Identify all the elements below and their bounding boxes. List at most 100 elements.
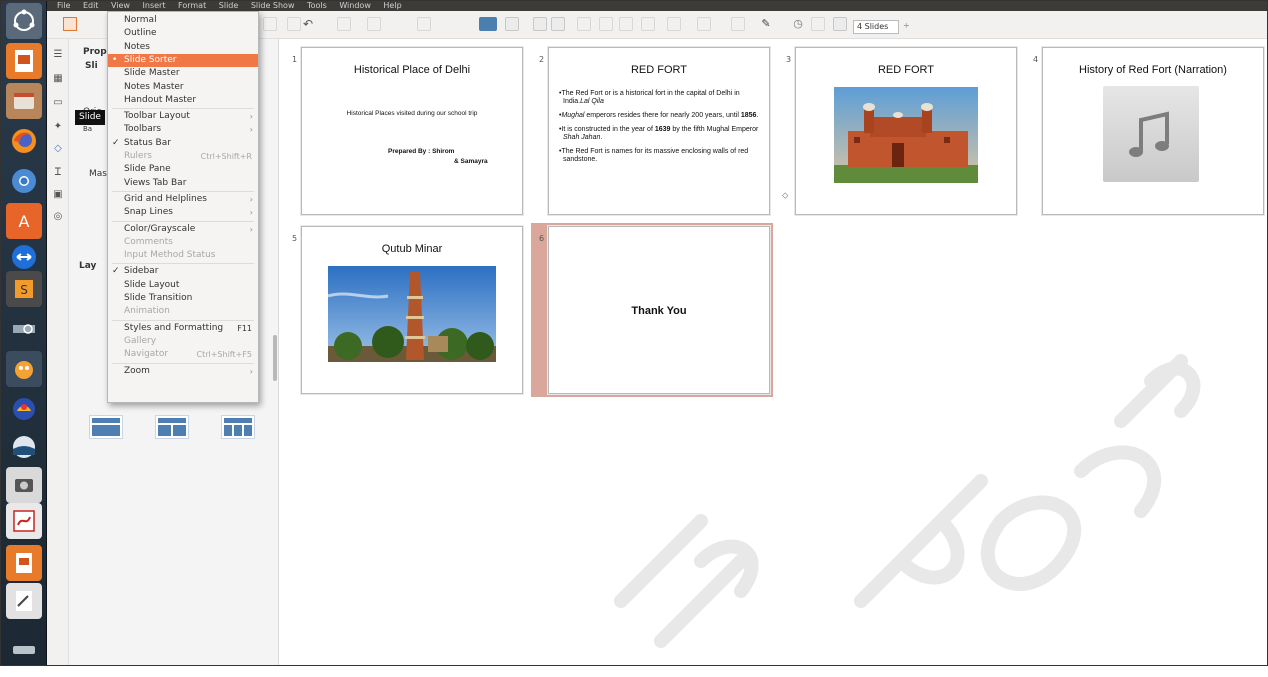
save-icon[interactable] [263, 17, 277, 31]
checkmark-icon: ✓ [112, 266, 120, 277]
ubuntu-dash-icon[interactable] [6, 3, 42, 39]
redo-icon[interactable] [287, 17, 301, 31]
view-menu-item-toolbar-layout[interactable]: Toolbar Layout › [108, 110, 258, 123]
view-menu-item-input-method-status: Input Method Status [108, 249, 258, 262]
image-icon[interactable] [599, 17, 613, 31]
impress-doc-icon[interactable] [6, 545, 42, 581]
view-menu-item-styles-and-formatting[interactable]: Styles and Formatting F11 [108, 322, 258, 335]
fontwork-icon[interactable] [667, 17, 681, 31]
table-icon[interactable] [577, 17, 591, 31]
view-menu-item-normal[interactable]: Normal [108, 14, 258, 27]
menu-slide[interactable]: Slide [219, 1, 239, 10]
impress-icon[interactable] [6, 43, 42, 79]
drive-icon[interactable] [6, 639, 42, 661]
shape-icon[interactable] [505, 17, 519, 31]
menu-slide-show[interactable]: Slide Show [251, 1, 295, 10]
text-box-icon[interactable] [641, 17, 655, 31]
menu-help[interactable]: Help [383, 1, 401, 10]
slide-number: 2 [539, 55, 545, 64]
sublime-icon[interactable]: S [6, 271, 42, 307]
menu-window[interactable]: Window [339, 1, 371, 10]
view-menu-item-status-bar[interactable]: ✓ Status Bar [108, 137, 258, 150]
view-menu-item-toolbars[interactable]: Toolbars › [108, 123, 258, 136]
settings-deck-icon[interactable]: ◎ [52, 211, 64, 223]
menu-item-label: Zoom [124, 365, 150, 376]
view-menu-item-zoom[interactable]: Zoom › [108, 365, 258, 378]
scratch-icon[interactable] [6, 351, 42, 387]
gallery-deck-icon[interactable]: Ꮖ [52, 167, 64, 179]
undo-icon[interactable]: ↶ [303, 17, 317, 31]
menu-item-label: Slide Master [124, 68, 180, 79]
bullet-text: 1856 [740, 112, 757, 119]
camera-icon[interactable] [6, 467, 42, 503]
view-menu: Normal Outline Notes • Slide Sorter Slide Mas… [107, 11, 259, 403]
styles-deck-icon[interactable]: ◇ [52, 143, 64, 155]
slides-per-row-spinner[interactable]: ÷ [903, 20, 913, 34]
firefox-icon[interactable] [6, 123, 42, 159]
view-menu-item-grid-and-helplines[interactable]: Grid and Helplines › [108, 193, 258, 206]
screen-ruler-icon[interactable] [6, 311, 42, 347]
stellarium-icon[interactable] [6, 429, 42, 465]
slide-transition-deck-icon[interactable]: ▦ [52, 73, 64, 85]
view-menu-item-handout-master[interactable]: Handout Master [108, 94, 258, 107]
animation-deck-icon[interactable]: ▭ [52, 97, 64, 109]
view-menu-item-navigator: Navigator Ctrl+Shift+F5 [108, 348, 258, 361]
redo-disabled-icon[interactable] [337, 17, 351, 31]
menu-file[interactable]: File [57, 1, 70, 10]
slides-per-row-field[interactable]: 4 Slides [853, 20, 899, 34]
slide-sorter: 1 Historical Place of Delhi Historical P… [281, 39, 1267, 665]
navigator-deck-icon[interactable]: ▣ [52, 189, 64, 201]
view-menu-item-slide-transition[interactable]: Slide Transition [108, 292, 258, 305]
start-slideshow-icon[interactable] [533, 17, 547, 31]
symbol-icon[interactable] [697, 17, 711, 31]
view-menu-item-slide-master[interactable]: Slide Master [108, 67, 258, 80]
layouts-section-header[interactable]: Lay [79, 261, 96, 271]
view-menu-item-views-tab-bar[interactable]: Views Tab Bar [108, 177, 258, 190]
draw-icon[interactable] [6, 503, 42, 539]
menu-item-label: Outline [124, 28, 157, 39]
master-slides-deck-icon[interactable]: ✦ [52, 121, 64, 133]
view-menu-item-outline[interactable]: Outline [108, 27, 258, 40]
format-paintbrush-icon[interactable] [417, 17, 431, 31]
view-menu-item-notes-master[interactable]: Notes Master [108, 81, 258, 94]
view-menu-item-slide-sorter[interactable]: • Slide Sorter [108, 53, 258, 67]
chromium-icon[interactable] [6, 163, 42, 199]
layout-thumb[interactable] [155, 415, 189, 439]
spelling-icon[interactable] [367, 17, 381, 31]
start-current-slide-icon[interactable] [551, 17, 565, 31]
properties-deck-icon[interactable]: ☰ [52, 49, 64, 61]
panel-scrollbar[interactable] [273, 335, 277, 381]
menu-edit[interactable]: Edit [83, 1, 99, 10]
menu-format[interactable]: Format [178, 1, 206, 10]
display-views-icon[interactable] [479, 17, 497, 31]
menu-item-label: Snap Lines [124, 207, 173, 218]
audio-placeholder[interactable] [1103, 86, 1199, 182]
menu-insert[interactable]: Insert [143, 1, 166, 10]
timer-icon[interactable]: ◷ [791, 17, 805, 31]
menu-item-label: Toolbars [124, 124, 162, 135]
files-icon[interactable] [6, 83, 42, 119]
view-menu-item-notes[interactable]: Notes [108, 41, 258, 54]
slide-section-header[interactable]: Sli [85, 61, 98, 71]
menu-item-label: Slide Pane [124, 164, 171, 175]
menu-item-label: Rulers [124, 151, 152, 161]
menu-tools[interactable]: Tools [307, 1, 327, 10]
chart-icon[interactable] [619, 17, 633, 31]
bullet-text: The Red Fort or [561, 90, 613, 97]
menu-view[interactable]: View [111, 1, 130, 10]
game-icon[interactable] [6, 391, 42, 427]
text-editor-icon[interactable] [6, 583, 42, 619]
layout-thumb[interactable] [221, 415, 255, 439]
view-menu-item-slide-pane[interactable]: Slide Pane [108, 163, 258, 176]
view-menu-item-sidebar[interactable]: ✓ Sidebar [108, 265, 258, 278]
view-menu-item-slide-layout[interactable]: Slide Layout [108, 279, 258, 292]
line-icon[interactable] [731, 17, 745, 31]
software-center-icon[interactable]: A [6, 203, 42, 239]
layout-thumb[interactable] [89, 415, 123, 439]
teamviewer-icon[interactable] [6, 239, 42, 275]
presentation-icon[interactable] [63, 17, 77, 31]
view-menu-item-color-grayscale[interactable]: Color/Grayscale › [108, 223, 258, 236]
view-menu-item-snap-lines[interactable]: Snap Lines › [108, 206, 258, 219]
pencil-icon[interactable]: ✎ [759, 17, 773, 31]
comment-icon[interactable] [811, 17, 825, 31]
